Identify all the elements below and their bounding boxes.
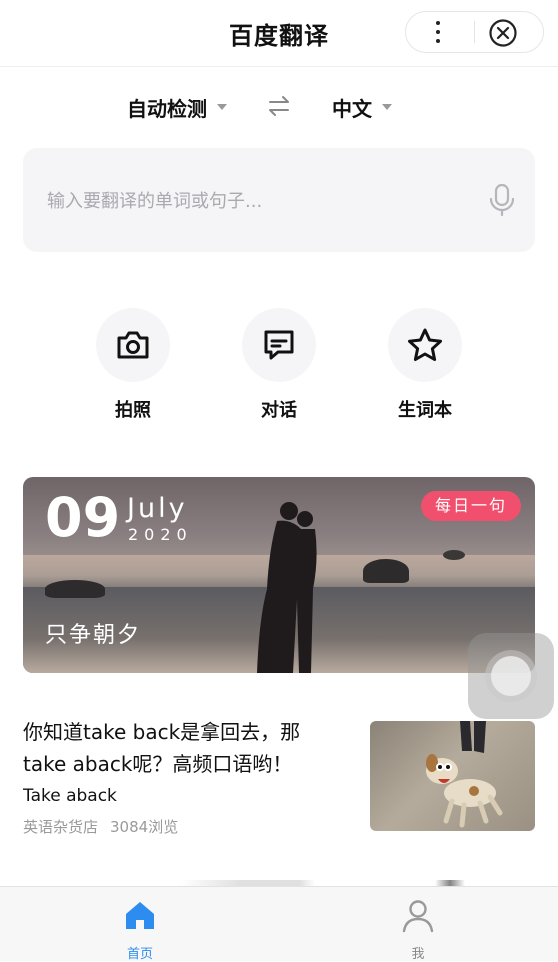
camera-icon-wrap [96,308,170,382]
translate-input[interactable] [45,184,469,218]
menu-capsule [405,11,544,53]
daily-sentence-card[interactable]: 09 July 2020 每日一句 只争朝夕 [23,477,535,673]
chevron-down-icon [382,104,392,110]
floating-assistive-button[interactable] [468,633,554,719]
rock-decoration [363,559,409,583]
daily-sentence-badge: 每日一句 [420,491,521,521]
source-language-select[interactable]: 自动检测 [127,92,227,122]
bottom-tab-bar: 首页 我 [0,886,558,962]
couple-silhouette-image [257,502,317,673]
chat-icon [264,330,294,360]
chevron-down-icon [217,104,227,110]
daily-month: July [127,493,188,524]
daily-day: 09 [45,486,121,549]
rock-decoration [443,550,465,560]
microphone-icon[interactable] [487,183,517,217]
user-icon [402,900,434,933]
daily-quote: 只争朝夕 [45,623,142,648]
tab-me[interactable]: 我 [378,897,458,962]
chat-icon-wrap [242,308,316,382]
article-meta: 英语杂货店 3084浏览 [23,816,178,837]
target-language-select[interactable]: 中文 [332,92,392,122]
article-thumbnail[interactable] [370,721,535,831]
daily-year: 2020 [128,525,193,544]
vocabulary-book-button[interactable]: 生词本 [380,308,470,422]
more-options-icon[interactable] [426,20,450,44]
translate-input-box[interactable] [23,148,535,252]
article-source: 英语杂货店 [23,818,99,836]
article-views: 3084浏览 [110,818,179,836]
tab-home[interactable]: 首页 [100,897,180,962]
camera-icon [117,331,149,359]
target-language-label: 中文 [332,96,372,121]
assistive-touch-icon [491,656,531,696]
star-icon-wrap [388,308,462,382]
dog-toy-image [426,721,503,828]
feature-label: 拍照 [115,400,151,421]
star-icon [408,328,442,361]
source-language-label: 自动检测 [127,96,207,121]
conversation-button[interactable]: 对话 [234,308,324,422]
tab-me-label: 我 [411,947,425,962]
rock-decoration [45,580,105,598]
feature-label: 生词本 [398,400,452,421]
close-icon[interactable] [487,17,519,49]
tab-home-label: 首页 [126,947,153,962]
article-title[interactable]: 你知道take back是拿回去，那take aback呢？高频口语哟！ [23,716,338,780]
home-icon [126,902,154,929]
feature-label: 对话 [261,400,297,421]
capsule-divider [474,21,475,43]
swap-languages-icon[interactable] [266,93,292,119]
photo-translate-button[interactable]: 拍照 [88,308,178,422]
article-subtitle: Take aback [23,786,117,806]
